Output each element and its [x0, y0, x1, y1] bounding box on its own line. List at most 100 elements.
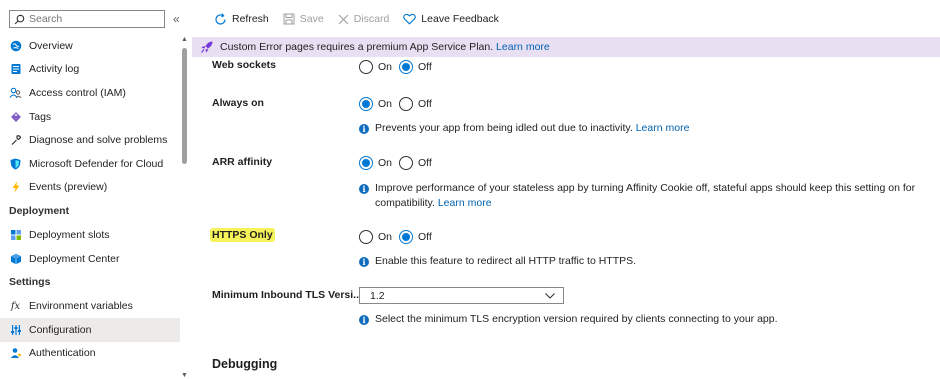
- radio-circle: [399, 156, 414, 170]
- sliders-icon: [9, 323, 22, 336]
- info-icon: i: [359, 184, 369, 194]
- min-tls-value: 1.2: [370, 289, 385, 302]
- always-on-radio-group: On Off: [359, 97, 439, 111]
- arr-affinity-off-radio[interactable]: Off: [399, 156, 432, 170]
- sidebar-item-overview[interactable]: Overview: [0, 34, 180, 58]
- info-text: Enable this feature to redirect all HTTP…: [375, 255, 637, 267]
- people-icon: [9, 86, 22, 99]
- scroll-down-arrow-icon[interactable]: ▼: [181, 372, 188, 379]
- radio-circle-checked: [399, 60, 414, 74]
- sidebar-item-label: Microsoft Defender for Cloud: [29, 157, 164, 170]
- web-sockets-label: Web sockets: [212, 59, 276, 71]
- sidebar-item-diagnose[interactable]: Diagnose and solve problems: [0, 128, 180, 152]
- save-icon: [283, 13, 295, 25]
- sidebar-item-activity-log[interactable]: Activity log: [0, 58, 180, 82]
- sidebar-item-deployment-slots[interactable]: Deployment slots: [0, 223, 180, 247]
- premium-banner: Custom Error pages requires a premium Ap…: [192, 37, 940, 57]
- heart-icon: [403, 13, 417, 25]
- always-on-off-radio[interactable]: Off: [399, 97, 432, 111]
- web-sockets-off-radio[interactable]: Off: [399, 60, 432, 74]
- https-only-on-radio[interactable]: On: [359, 230, 392, 244]
- sidebar-item-label: Authentication: [29, 347, 96, 360]
- https-only-off-radio[interactable]: Off: [399, 230, 432, 244]
- close-icon: [338, 14, 349, 24]
- lightning-icon: [9, 181, 22, 194]
- https-only-label: HTTPS Only: [210, 228, 275, 242]
- info-text: compatibility.: [375, 197, 435, 209]
- cube-icon: [9, 252, 22, 265]
- radio-label: On: [378, 231, 393, 243]
- sidebar-item-events[interactable]: Events (preview): [0, 176, 180, 200]
- arr-affinity-info: i Improve performance of your stateless …: [359, 181, 929, 211]
- sidebar-item-label: Configuration: [29, 323, 92, 336]
- sidebar-item-defender[interactable]: Microsoft Defender for Cloud: [0, 152, 180, 176]
- web-sockets-radio-group: On Off: [359, 60, 439, 74]
- sidebar-item-access-control[interactable]: Access control (IAM): [0, 81, 180, 105]
- info-icon: i: [359, 315, 369, 325]
- tag-icon: [9, 110, 22, 123]
- https-only-info: i Enable this feature to redirect all HT…: [359, 254, 636, 269]
- banner-learn-more-link[interactable]: Learn more: [496, 41, 550, 53]
- section-header-deployment: Deployment: [9, 205, 70, 218]
- arr-affinity-on-radio[interactable]: On: [359, 156, 392, 170]
- refresh-button[interactable]: Refresh: [214, 12, 269, 26]
- sidebar-item-authentication[interactable]: Authentication: [0, 342, 180, 366]
- command-bar: Refresh Save Discard Leave Feedback: [192, 0, 940, 38]
- min-tls-dropdown[interactable]: 1.2: [359, 287, 564, 304]
- scroll-up-arrow-icon[interactable]: ▲: [181, 36, 188, 43]
- fx-icon: fx: [10, 300, 21, 312]
- banner-text: Custom Error pages requires a premium Ap…: [220, 41, 494, 53]
- refresh-label: Refresh: [232, 13, 269, 25]
- arr-affinity-label: ARR affinity: [212, 156, 273, 168]
- sidebar-item-configuration[interactable]: Configuration: [0, 317, 180, 342]
- leave-feedback-button[interactable]: Leave Feedback: [403, 13, 499, 25]
- always-on-label: Always on: [212, 97, 264, 109]
- sidebar-item-label: Environment variables: [29, 300, 133, 313]
- web-sockets-on-radio[interactable]: On: [359, 60, 392, 74]
- radio-label: Off: [418, 157, 432, 169]
- discard-label: Discard: [353, 13, 390, 25]
- info-text: Improve performance of your stateless ap…: [375, 182, 916, 194]
- radio-label: Off: [418, 231, 432, 243]
- collapse-sidebar-button[interactable]: «: [173, 12, 180, 26]
- sidebar-item-deployment-center[interactable]: Deployment Center: [0, 247, 180, 271]
- rocket-icon: [201, 41, 213, 53]
- search-input[interactable]: [29, 13, 159, 25]
- radio-label: On: [378, 61, 393, 73]
- info-icon: i: [359, 124, 369, 134]
- always-on-learn-more-link[interactable]: Learn more: [636, 122, 690, 134]
- search-icon: [14, 14, 25, 24]
- radio-circle: [399, 97, 414, 111]
- search-box[interactable]: [9, 10, 165, 28]
- sidebar-item-environment-variables[interactable]: fx Environment variables: [0, 294, 180, 318]
- save-button[interactable]: Save: [283, 13, 324, 25]
- radio-circle: [359, 60, 373, 74]
- sidebar: « Overview Activity log Access control (…: [0, 0, 192, 379]
- sidebar-scrollbar[interactable]: ▲ ▼: [181, 34, 188, 379]
- radio-circle-checked: [359, 97, 373, 111]
- globe-icon: [9, 39, 22, 52]
- radio-circle-checked: [399, 230, 414, 244]
- sidebar-item-label: Deployment Center: [29, 252, 120, 265]
- section-header-settings: Settings: [9, 276, 51, 289]
- radio-label: Off: [418, 98, 432, 110]
- arr-affinity-learn-more-link[interactable]: Learn more: [438, 197, 492, 209]
- info-text: Select the minimum TLS encryption versio…: [375, 313, 778, 325]
- sidebar-item-tags[interactable]: Tags: [0, 105, 180, 129]
- discard-button[interactable]: Discard: [338, 13, 390, 25]
- save-label: Save: [299, 13, 324, 25]
- sidebar-item-label: Access control (IAM): [29, 86, 126, 99]
- chevron-down-icon: [545, 292, 555, 299]
- always-on-on-radio[interactable]: On: [359, 97, 392, 111]
- https-only-highlight: HTTPS Only: [210, 228, 275, 242]
- scroll-thumb[interactable]: [182, 48, 187, 164]
- https-only-radio-group: On Off: [359, 230, 439, 244]
- min-tls-info: i Select the minimum TLS encryption vers…: [359, 312, 778, 327]
- sidebar-item-label: Diagnose and solve problems: [29, 134, 168, 147]
- sidebar-item-label: Events (preview): [29, 181, 108, 194]
- feedback-label: Leave Feedback: [421, 13, 499, 25]
- slots-icon: [9, 228, 22, 241]
- always-on-info: i Prevents your app from being idled out…: [359, 121, 689, 136]
- min-tls-label: Minimum Inbound TLS Versi...: [212, 289, 362, 301]
- radio-circle: [359, 230, 373, 244]
